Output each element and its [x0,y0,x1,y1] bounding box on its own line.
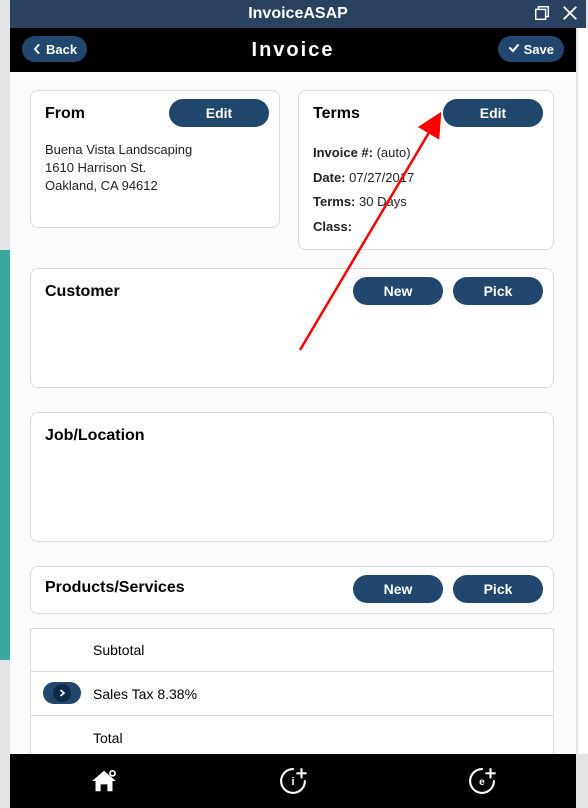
total-row: Total [31,716,553,754]
bottom-toolbar: i e [10,754,576,808]
add-estimate-icon: e [465,764,499,798]
chevron-right-icon [53,684,71,702]
date-label: Date: [313,170,346,185]
chevron-left-icon [32,42,42,57]
customer-pick-button[interactable]: Pick [453,277,543,305]
job-location-card: Job/Location [30,412,554,542]
invoice-value: (auto) [377,145,411,160]
home-button[interactable] [10,754,199,808]
salestax-row: Sales Tax 8.38% [31,672,553,716]
terms-edit-button[interactable]: Edit [443,99,543,127]
totals-section: Subtotal Sales Tax 8.38% Total [30,628,554,754]
nav-bar: Back Invoice Save [10,28,576,72]
home-icon [87,764,121,798]
invoice-label: Invoice #: [313,145,373,160]
salestax-label: Sales Tax 8.38% [93,686,197,702]
terms-label: Terms: [313,194,355,209]
scrollbar-track[interactable] [578,28,588,754]
products-pick-button[interactable]: Pick [453,575,543,603]
customer-card: Customer New Pick [30,268,554,388]
add-invoice-button[interactable]: i [199,754,388,808]
from-name: Buena Vista Landscaping [45,141,265,159]
window-restore-icon[interactable] [532,3,552,23]
save-button[interactable]: Save [498,36,564,62]
window-title: InvoiceASAP [248,5,348,23]
from-card: From Edit Buena Vista Landscaping 1610 H… [30,90,280,228]
back-button[interactable]: Back [22,36,87,62]
from-edit-button[interactable]: Edit [169,99,269,127]
content-area: From Edit Buena Vista Landscaping 1610 H… [10,72,576,754]
job-heading: Job/Location [45,427,539,445]
subtotal-label: Subtotal [93,642,144,658]
salestax-expand-toggle[interactable] [43,682,81,704]
class-label: Class: [313,219,352,234]
back-label: Back [46,42,77,57]
total-label: Total [93,730,123,746]
from-addr1: 1610 Harrison St. [45,159,265,177]
products-new-button[interactable]: New [353,575,443,603]
window-titlebar: InvoiceASAP [10,0,586,28]
terms-value: 30 Days [359,194,407,209]
check-icon [508,42,520,57]
page-title: Invoice [252,39,335,62]
add-invoice-icon: i [276,764,310,798]
terms-body: Invoice #: (auto) Date: 07/27/2017 Terms… [313,141,539,240]
svg-text:i: i [291,776,294,788]
svg-text:e: e [479,777,485,788]
date-value: 07/27/2017 [349,170,414,185]
from-addr2: Oakland, CA 94612 [45,177,265,195]
add-estimate-button[interactable]: e [387,754,576,808]
subtotal-row: Subtotal [31,628,553,672]
from-address: Buena Vista Landscaping 1610 Harrison St… [45,141,265,196]
terms-card: Terms Edit Invoice #: (auto) Date: 07/27… [298,90,554,250]
products-card: Products/Services New Pick [30,566,554,614]
save-label: Save [524,42,554,57]
window-close-icon[interactable] [560,3,580,23]
customer-new-button[interactable]: New [353,277,443,305]
